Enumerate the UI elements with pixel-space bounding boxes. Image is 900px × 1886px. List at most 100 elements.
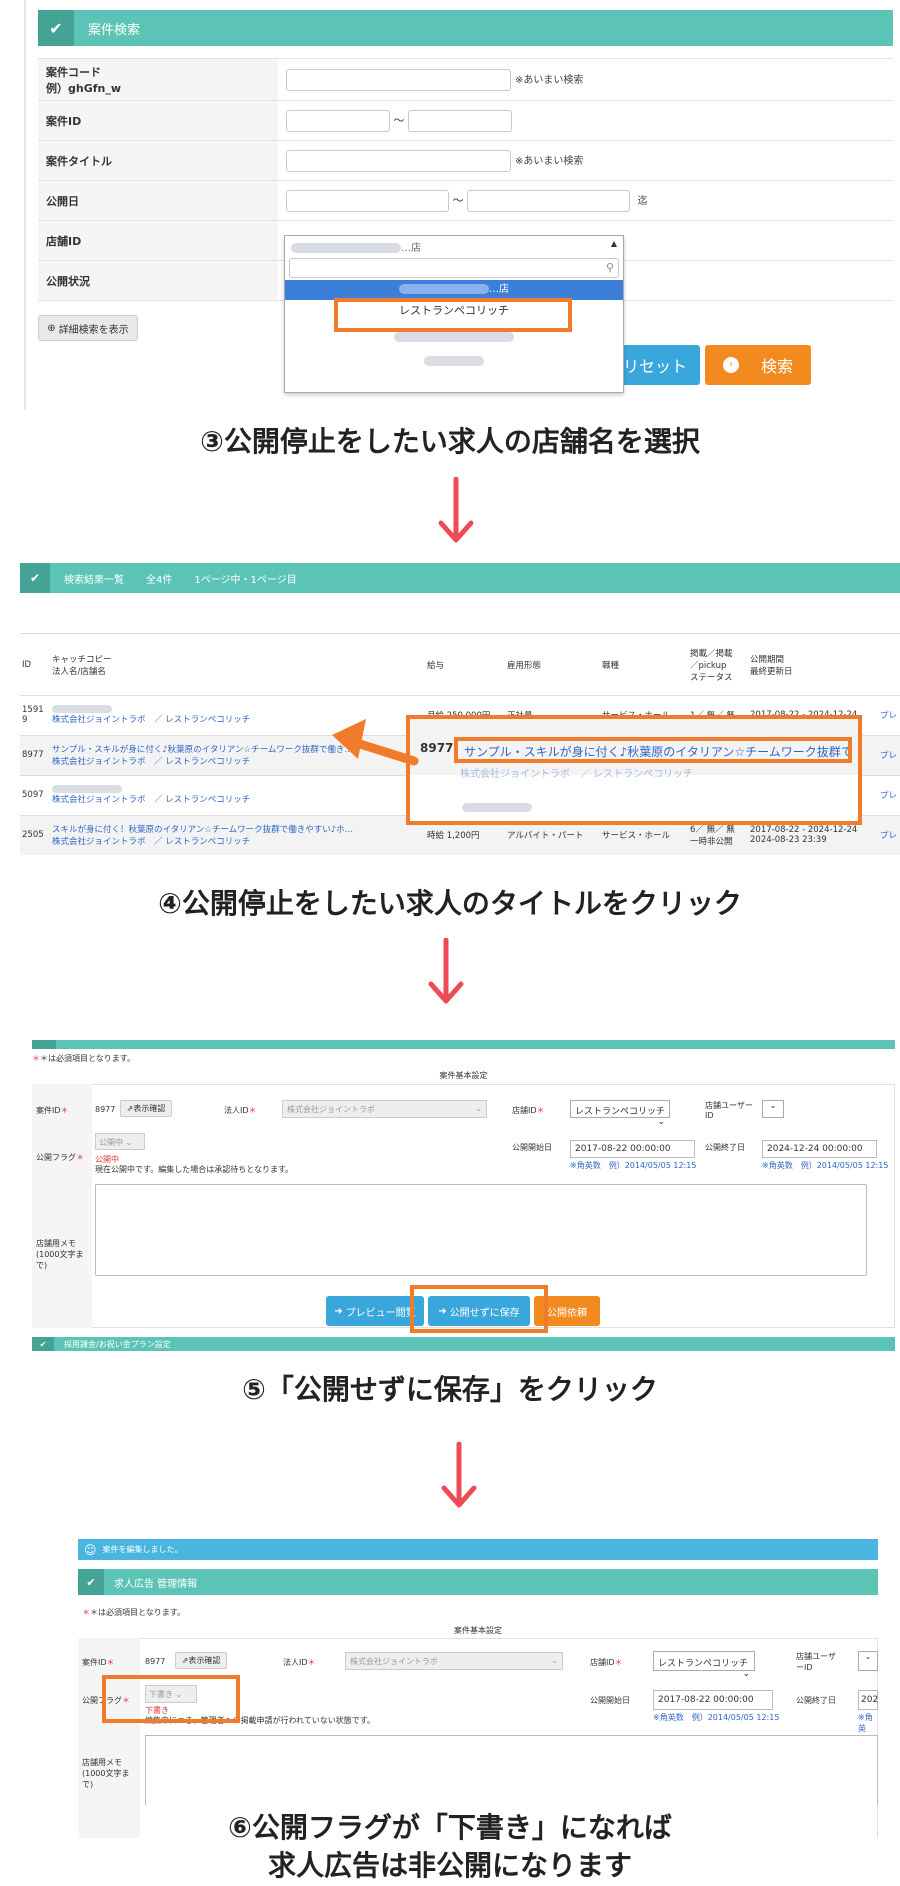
end-date-input[interactable]: 2024 xyxy=(858,1690,878,1710)
view-check-button[interactable]: ⇗表示確認 xyxy=(120,1100,172,1117)
check-icon: ✔ xyxy=(20,563,50,593)
row-company-link[interactable]: 株式会社ジョイントラボ ／ レストランペコリッチ xyxy=(52,835,423,847)
check-icon: ✔ xyxy=(78,1569,104,1595)
memo-label: 店舗用メモ(1000文字まで) xyxy=(82,1758,130,1789)
down-arrow-icon xyxy=(438,477,474,543)
shop-id-label: 店舗ID xyxy=(38,220,278,261)
step6-caption-line1: ⑥公開フラグが「下書き」になれば xyxy=(228,1811,672,1844)
search-plus-icon: ⊕ xyxy=(47,322,56,334)
row-title-link[interactable]: スキルが身に付く！秋葉原のイタリアン☆チームワーク抜群で働きやすい♪ホ… xyxy=(52,823,423,835)
col-status: 掲載／掲載 xyxy=(690,648,733,659)
case-title-input[interactable] xyxy=(286,149,511,172)
row-company-link[interactable]: 株式会社ジョイントラボ ／ レストランペコリッチ xyxy=(52,793,423,805)
case-id-value: 8977 xyxy=(145,1657,166,1666)
arrow-circle-icon: ➜ xyxy=(334,1305,343,1317)
publish-flag-select[interactable]: 公開中 ⌄ xyxy=(95,1133,145,1150)
start-date-input[interactable]: 2017-08-22 00:00:00 xyxy=(653,1690,773,1710)
shop-user-id-label: 店舗ユーザーID xyxy=(705,1101,753,1120)
section-title: 案件基本設定 xyxy=(454,1626,502,1635)
publish-status-label: 公開状況 xyxy=(38,260,278,301)
start-date-label: 公開開始日 xyxy=(590,1696,630,1705)
down-arrow-icon xyxy=(441,1442,477,1508)
col-type: 雇用形態 xyxy=(507,660,542,671)
result-list-title: 検索結果一覧 xyxy=(64,574,124,586)
case-id-label: 案件ID＊ xyxy=(36,1106,69,1115)
success-notice: ☺ 案件を編集しました。 xyxy=(78,1539,878,1560)
search-button[interactable]: › 検索 xyxy=(705,345,811,385)
highlight-flag-select xyxy=(102,1675,240,1723)
publish-flag-label: 公開フラグ＊ xyxy=(36,1153,84,1162)
start-date-hint: ※角英数 例）2014/05/05 12:15 xyxy=(653,1713,780,1722)
smile-icon: ☺ xyxy=(84,1542,97,1557)
required-note: ＊＊は必須項目となります。 xyxy=(82,1608,185,1617)
highlight-option-box xyxy=(334,298,572,332)
col-copy: キャッチコピー xyxy=(52,654,112,665)
start-date-label: 公開開始日 xyxy=(512,1143,552,1152)
memo-textarea[interactable] xyxy=(145,1735,878,1805)
plan-settings-bar: ✔ 採用課金/お祝い金プラン設定 xyxy=(32,1337,895,1351)
case-code-input[interactable] xyxy=(286,68,511,91)
zoom-row-id: 8977 xyxy=(420,741,454,755)
corp-id-select[interactable]: 株式会社ジョイントラボ ⌄ xyxy=(282,1100,487,1118)
zoom-title-link[interactable]: サンプル・スキルが身に付く♪秋葉原のイタリアン☆チームワーク抜群で働き… xyxy=(454,737,852,763)
col-company: 法人名/店舗名 xyxy=(52,666,106,677)
case-id-label: 案件ID＊ xyxy=(82,1658,115,1667)
management-header: ✔ 求人広告 管理情報 xyxy=(78,1569,878,1595)
search-form-screenshot: ✔ 案件検索 案件コード 例）ghGfn_w ※あいまい検索 案件ID 〜 案件タ… xyxy=(0,0,900,410)
end-date-label: 公開終了日 xyxy=(796,1696,836,1705)
col-job: 職種 xyxy=(602,660,620,671)
shop-id-select[interactable]: レストランペコリッチ ⌄ xyxy=(653,1651,755,1679)
end-date-input[interactable]: 2024-12-24 00:00:00 xyxy=(762,1140,877,1158)
check-icon: ✔ xyxy=(38,10,74,46)
case-id-to-input[interactable] xyxy=(408,109,512,132)
until-label: 迄 xyxy=(637,195,648,207)
view-check-button[interactable]: ⇗表示確認 xyxy=(175,1652,227,1669)
col-period: 公開期間 xyxy=(750,654,785,665)
section-title: 案件基本設定 xyxy=(439,1071,488,1080)
case-id-from-input[interactable] xyxy=(286,109,390,132)
result-count: 全4件 xyxy=(146,574,173,586)
arrow-circle-icon: › xyxy=(722,357,739,373)
check-icon: ✔ xyxy=(32,1337,54,1351)
case-code-label: 案件コード xyxy=(46,65,101,79)
zoom-company-link[interactable]: 株式会社ジョイントラボ ／ レストランペコリッチ xyxy=(460,765,693,780)
step5-caption: ⑤「公開せずに保存」をクリック xyxy=(242,1373,658,1406)
corp-id-label: 法人ID＊ xyxy=(224,1106,257,1115)
left-arrow-icon xyxy=(332,719,419,766)
shop-option-highlighted[interactable]: …店 xyxy=(285,280,623,300)
start-date-hint: ※角英数 例）2014/05/05 12:15 xyxy=(570,1161,697,1170)
saved-form-screenshot: ☺ 案件を編集しました。 ✔ 求人広告 管理情報 ＊＊は必須項目となります。 案件… xyxy=(0,1535,900,1838)
shop-select-search-input[interactable]: ⚲ xyxy=(289,258,619,278)
caret-up-icon: ▲ xyxy=(610,239,617,248)
case-id-value: 8977 xyxy=(95,1105,116,1114)
publish-date-to-input[interactable] xyxy=(467,189,630,212)
col-pay: 給与 xyxy=(427,660,445,671)
shop-id-select[interactable]: レストランペコリッチ ⌄ xyxy=(570,1100,670,1127)
step4-caption: ④公開停止をしたい求人のタイトルをクリック xyxy=(158,887,742,920)
step3-caption: ③公開停止をしたい求人の店舗名を選択 xyxy=(200,425,700,458)
edit-form-screenshot: ＊＊は必須項目となります。 案件基本設定 案件ID＊ 8977 ⇗表示確認 法人… xyxy=(0,1040,900,1351)
end-date-label: 公開終了日 xyxy=(705,1143,745,1152)
case-id-label: 案件ID xyxy=(38,100,278,141)
end-date-hint: ※角英 xyxy=(858,1713,873,1733)
step6-caption-line2: 求人広告は非公開になります xyxy=(267,1849,632,1882)
corp-id-select[interactable]: 株式会社ジョイントラボ ⌄ xyxy=(345,1652,563,1670)
start-date-input[interactable]: 2017-08-22 00:00:00 xyxy=(570,1140,695,1158)
detail-search-button[interactable]: ⊕ 詳細検索を表示 xyxy=(38,315,138,341)
down-arrow-icon xyxy=(428,938,464,1004)
shop-user-id-select[interactable]: ⌄ xyxy=(858,1651,878,1671)
case-code-example: 例）ghGfn_w xyxy=(46,81,122,95)
result-list-screenshot: ✔ 検索結果一覧 全4件 1ページ中・1ページ目 ID キャッチコピー 法人名/店… xyxy=(0,563,900,873)
publish-date-from-input[interactable] xyxy=(286,189,449,212)
publish-date-label: 公開日 xyxy=(38,180,278,221)
shop-id-label: 店舗ID＊ xyxy=(590,1658,623,1667)
memo-label: 店舗用メモ(1000文字まで) xyxy=(36,1239,84,1270)
range-sep: 〜 xyxy=(393,113,405,127)
shop-id-label: 店舗ID＊ xyxy=(512,1106,545,1115)
memo-textarea[interactable] xyxy=(95,1184,867,1276)
publish-flag-note: 現在公開中です。編集した場合は承認待ちとなります。 xyxy=(95,1165,294,1174)
zoom-callout: 8977 サンプル・スキルが身に付く♪秋葉原のイタリアン☆チームワーク抜群で働き… xyxy=(406,715,862,825)
shop-user-id-select[interactable]: ⌄ xyxy=(762,1100,784,1118)
search-panel-title: 案件検索 xyxy=(88,22,141,38)
shop-select-current[interactable]: …店 ▲ xyxy=(285,236,623,256)
